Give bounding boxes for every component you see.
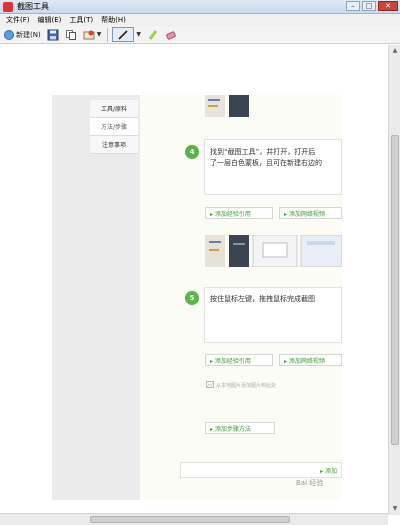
add-bottom-button[interactable]: ▸ 添加	[180, 462, 342, 478]
add-video-button-4[interactable]: ▸ 添加网络视频	[279, 207, 342, 219]
side-item-steps[interactable]: 方法/步骤	[90, 118, 138, 136]
copy-icon[interactable]	[65, 29, 77, 41]
side-navigation: 工具/原料 方法/步骤 注意事项	[90, 100, 138, 154]
window-titlebar: 截图工具 – □ ✕	[0, 0, 400, 14]
menu-help[interactable]: 帮助(H)	[101, 15, 126, 25]
menu-bar: 文件(F) 编辑(E) 工具(T) 帮助(H)	[0, 14, 400, 26]
left-gray-panel	[52, 95, 140, 500]
eraser-icon[interactable]	[165, 29, 177, 41]
new-snip-icon	[4, 29, 14, 40]
pen-icon	[118, 29, 128, 40]
new-snip-button[interactable]: 新建(N)	[4, 29, 41, 40]
horizontal-scrollbar[interactable]	[0, 513, 388, 525]
send-dropdown-arrow-icon[interactable]: ▼	[97, 31, 102, 38]
menu-tools[interactable]: 工具(T)	[69, 15, 93, 25]
send-snip-icon[interactable]	[83, 29, 95, 41]
pen-tool-button[interactable]	[112, 27, 135, 42]
screenshot-thumbnail	[205, 95, 249, 117]
minimize-button[interactable]: –	[346, 1, 360, 11]
image-upload-icon	[206, 381, 214, 388]
window-title: 截图工具	[17, 2, 49, 11]
add-reference-button-5[interactable]: ▸ 添加经验引用	[205, 354, 273, 366]
scissors-app-icon	[3, 1, 13, 12]
window-controls: – □ ✕	[346, 1, 398, 11]
vertical-scrollbar[interactable]: ▲ ▼	[388, 45, 400, 515]
save-icon[interactable]	[47, 29, 59, 41]
new-snip-label: 新建(N)	[16, 30, 41, 39]
toolbar: 新建(N) ▼ ▼	[0, 26, 400, 44]
step-image-thumbnails	[205, 235, 342, 267]
menu-file[interactable]: 文件(F)	[6, 15, 30, 25]
image-upload-hint: 从本地图片添加图片到此处	[216, 383, 277, 389]
baidu-watermark: Bai 经验	[296, 479, 324, 487]
side-item-notes[interactable]: 注意事项	[90, 136, 138, 154]
step-5-text-line1: 按住鼠标左键，拖拽鼠标完成截图	[210, 295, 315, 303]
vertical-scroll-thumb[interactable]	[391, 135, 399, 445]
captured-webpage: 工具/原料 方法/步骤 注意事项 4 找到“截图工具”，并打开，打开后 了一层白…	[52, 95, 342, 500]
horizontal-scroll-thumb[interactable]	[90, 516, 290, 523]
add-reference-button-4[interactable]: ▸ 添加经验引用	[205, 207, 273, 219]
step-number-4: 4	[185, 145, 199, 159]
step-4-text-line1: 找到“截图工具”，并打开，打开后	[210, 148, 316, 156]
step-4-text-line2: 了一层白色蒙板，且可在新建右边的	[210, 159, 322, 167]
menu-edit[interactable]: 编辑(E)	[38, 15, 62, 25]
side-item-materials[interactable]: 工具/原料	[90, 100, 138, 118]
scroll-down-arrow-icon[interactable]: ▼	[391, 505, 399, 513]
close-button[interactable]: ✕	[378, 1, 398, 11]
pen-dropdown-arrow-icon[interactable]: ▼	[136, 31, 141, 38]
step-number-5: 5	[185, 291, 199, 305]
add-video-button-5[interactable]: ▸ 添加网络视频	[279, 354, 342, 366]
maximize-button[interactable]: □	[362, 1, 376, 11]
highlighter-icon[interactable]	[147, 29, 159, 41]
toolbar-separator	[107, 27, 109, 42]
scroll-up-arrow-icon[interactable]: ▲	[391, 47, 399, 55]
add-step-method-button[interactable]: ▸ 添加步骤方法	[205, 422, 275, 434]
